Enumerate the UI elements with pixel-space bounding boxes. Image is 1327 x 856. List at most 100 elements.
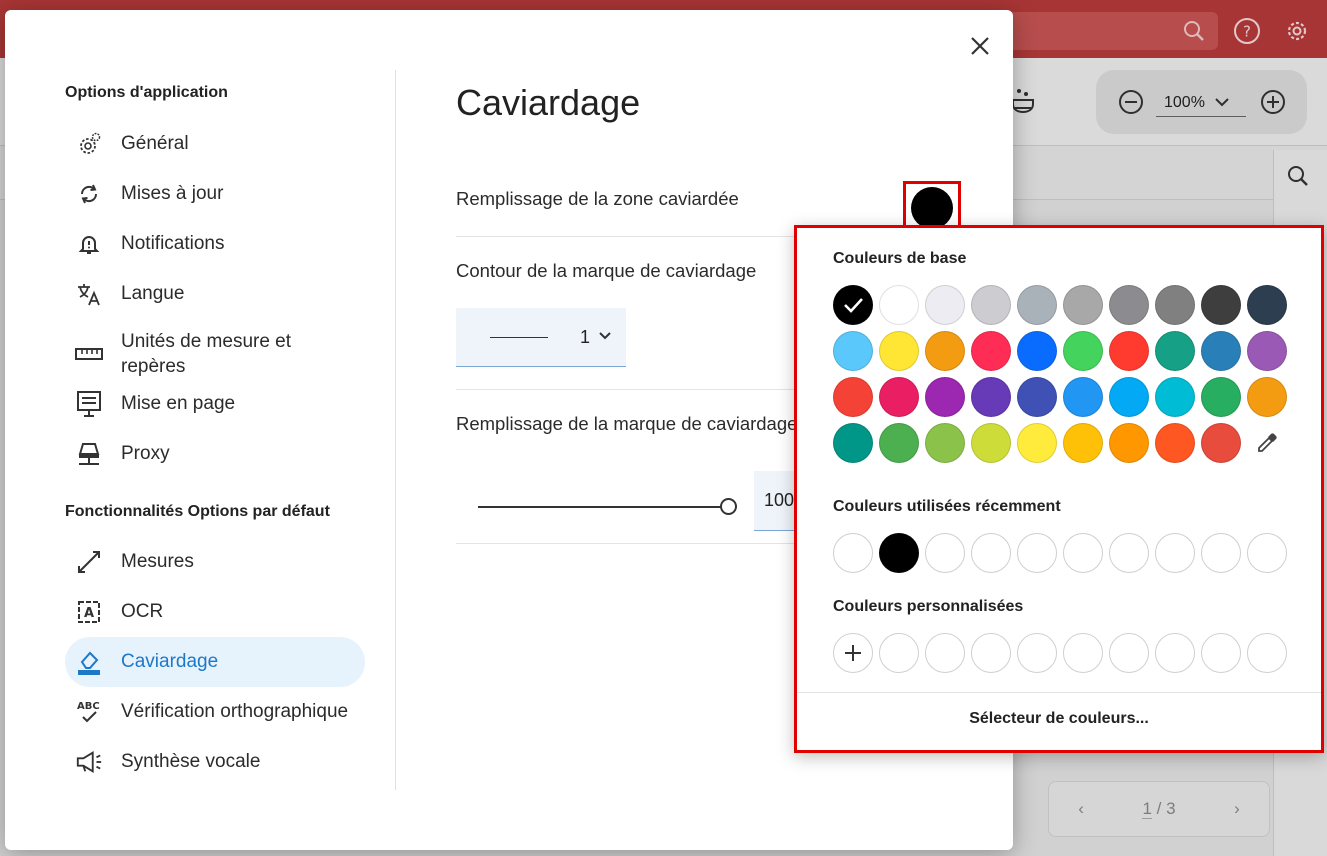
sidebar-divider: [395, 70, 396, 790]
color-swatch[interactable]: [1063, 423, 1103, 463]
sidebar-item-language[interactable]: Langue: [65, 269, 365, 319]
sidebar-item-label: Langue: [121, 283, 185, 304]
color-swatch[interactable]: [1109, 423, 1149, 463]
proxy-icon: [75, 440, 103, 468]
empty-color-slot: [971, 633, 1011, 673]
sidebar-item-label: Proxy: [121, 443, 170, 464]
sidebar-item-updates[interactable]: Mises à jour: [65, 169, 365, 219]
color-swatch[interactable]: [925, 285, 965, 325]
close-icon[interactable]: [967, 33, 993, 59]
outline-width-select[interactable]: 1: [456, 308, 626, 367]
divider: [797, 692, 1321, 693]
color-swatch[interactable]: [1155, 423, 1195, 463]
color-swatch[interactable]: [879, 377, 919, 417]
color-swatch[interactable]: [1247, 285, 1287, 325]
color-picker-button[interactable]: Sélecteur de couleurs...: [797, 710, 1321, 728]
color-swatch[interactable]: [879, 423, 919, 463]
empty-color-slot: [879, 633, 919, 673]
outline-width-value: 1: [580, 326, 591, 347]
empty-color-slot: [1063, 533, 1103, 573]
color-swatch[interactable]: [1017, 285, 1057, 325]
eraser-icon: [75, 648, 103, 676]
color-swatch[interactable]: [879, 331, 919, 371]
color-swatch[interactable]: [925, 377, 965, 417]
color-swatch[interactable]: [971, 331, 1011, 371]
sidebar-item-spellcheck[interactable]: ABC Vérification orthographique: [65, 687, 395, 737]
sidebar-item-redaction[interactable]: Caviardage: [65, 637, 365, 687]
sidebar-item-measures[interactable]: Mesures: [65, 537, 365, 587]
bell-icon: [75, 230, 103, 258]
color-swatch[interactable]: [1017, 423, 1057, 463]
ocr-icon: A: [75, 598, 103, 626]
color-swatch[interactable]: [1017, 377, 1057, 417]
color-swatch[interactable]: [1109, 285, 1149, 325]
sidebar-item-label: OCR: [121, 601, 164, 622]
eyedropper-icon[interactable]: [1247, 423, 1287, 463]
color-swatch[interactable]: [1063, 285, 1103, 325]
empty-color-slot: [1109, 533, 1149, 573]
color-swatch[interactable]: [1201, 423, 1241, 463]
color-swatch[interactable]: [879, 285, 919, 325]
empty-color-slot: [971, 533, 1011, 573]
custom-colors-title: Couleurs personnalisées: [833, 598, 1024, 615]
color-swatch[interactable]: [1063, 377, 1103, 417]
recent-colors-title: Couleurs utilisées récemment: [833, 498, 1061, 515]
add-custom-color-button[interactable]: [833, 633, 873, 673]
color-swatch[interactable]: [833, 285, 873, 325]
color-swatch[interactable]: [925, 331, 965, 371]
empty-color-slot: [1109, 633, 1149, 673]
color-swatch[interactable]: [833, 423, 873, 463]
color-swatch[interactable]: [833, 331, 873, 371]
color-swatch[interactable]: [1155, 285, 1195, 325]
color-swatch[interactable]: [1155, 331, 1195, 371]
empty-color-slot: [1063, 633, 1103, 673]
color-swatch[interactable]: [1247, 331, 1287, 371]
color-swatch[interactable]: [1247, 377, 1287, 417]
color-swatch[interactable]: [971, 377, 1011, 417]
sidebar-item-label: Mises à jour: [121, 183, 224, 204]
color-swatch[interactable]: [1201, 285, 1241, 325]
sidebar-item-label: Vérification orthographique: [121, 701, 349, 722]
outline-label: Contour de la marque de caviardage: [456, 260, 757, 281]
sidebar-item-label: Synthèse vocale: [121, 751, 261, 772]
empty-color-slot: [1017, 533, 1057, 573]
custom-colors-grid: [833, 633, 1287, 673]
color-swatch[interactable]: [925, 423, 965, 463]
opacity-slider-track[interactable]: [478, 506, 728, 508]
empty-color-slot: [925, 633, 965, 673]
basic-colors-grid: [833, 285, 1287, 463]
color-swatch[interactable]: [1063, 331, 1103, 371]
color-swatch[interactable]: [1109, 377, 1149, 417]
color-swatch[interactable]: [1017, 331, 1057, 371]
color-swatch[interactable]: [1155, 377, 1195, 417]
mark-fill-label: Remplissage de la marque de caviardage: [456, 413, 798, 434]
color-swatch[interactable]: [1109, 331, 1149, 371]
sidebar-item-ocr[interactable]: A OCR: [65, 587, 365, 637]
recent-colors-grid: [833, 533, 1287, 573]
empty-color-slot: [1017, 633, 1057, 673]
fill-color-swatch[interactable]: [911, 187, 953, 229]
empty-color-slot: [1201, 633, 1241, 673]
sync-icon: [75, 180, 103, 208]
page-title: Caviardage: [456, 82, 641, 123]
check-icon: [844, 298, 863, 313]
sidebar-item-notifications[interactable]: Notifications: [65, 219, 365, 269]
empty-color-slot: [1201, 533, 1241, 573]
sidebar-item-units[interactable]: Unités de mesure et repères: [65, 326, 365, 382]
sidebar-item-general[interactable]: Général: [65, 119, 365, 169]
sidebar-item-page-layout[interactable]: Mise en page: [65, 379, 365, 429]
sidebar-item-label: Mesures: [121, 551, 194, 572]
sidebar-item-text-to-speech[interactable]: Synthèse vocale: [65, 737, 365, 787]
opacity-value: 100: [764, 490, 795, 510]
color-swatch[interactable]: [833, 377, 873, 417]
color-swatch[interactable]: [971, 423, 1011, 463]
basic-colors-title: Couleurs de base: [833, 250, 967, 267]
color-swatch[interactable]: [971, 285, 1011, 325]
color-swatch[interactable]: [1201, 331, 1241, 371]
recent-color-swatch[interactable]: [833, 533, 873, 573]
recent-color-swatch[interactable]: [879, 533, 919, 573]
color-swatch[interactable]: [1201, 377, 1241, 417]
sidebar-item-proxy[interactable]: Proxy: [65, 429, 365, 479]
megaphone-icon: [75, 748, 103, 776]
opacity-slider-thumb[interactable]: [720, 498, 737, 515]
